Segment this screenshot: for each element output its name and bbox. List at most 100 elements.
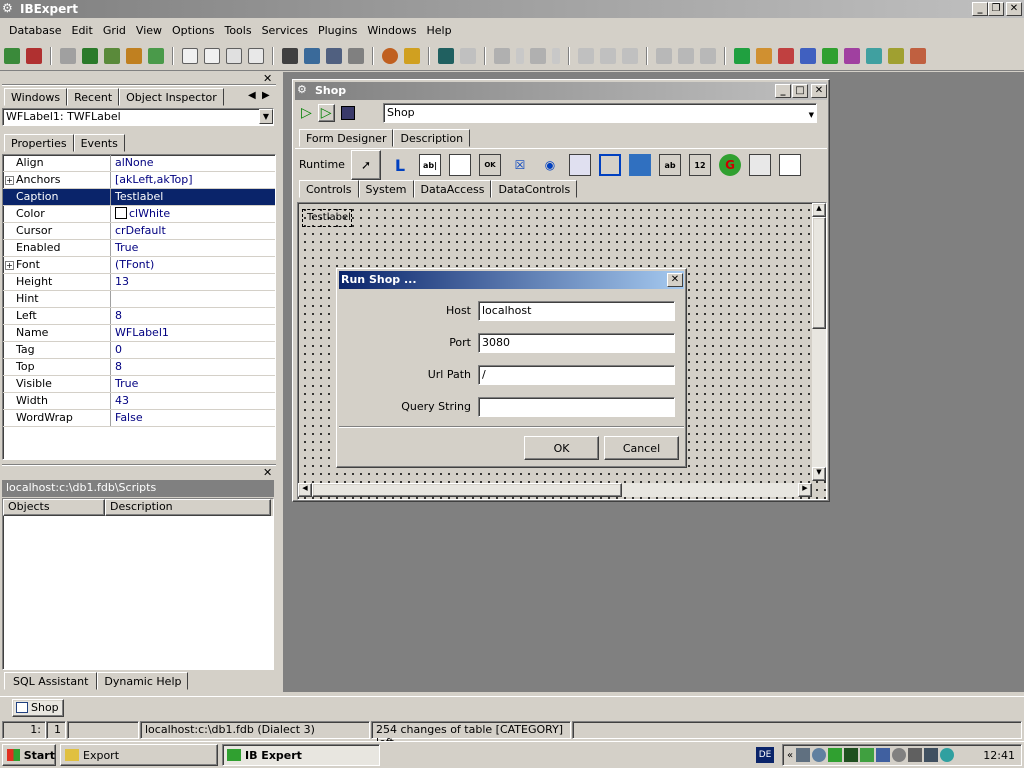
tray-network-icon[interactable] [876, 748, 891, 762]
property-row[interactable]: Align alNone [3, 155, 275, 172]
dropdown2-icon[interactable] [552, 48, 560, 64]
property-value[interactable]: [akLeft,akTop] [111, 172, 275, 188]
property-value[interactable]: 13 [111, 274, 275, 290]
dropdown-icon[interactable] [516, 48, 524, 64]
tab-scroll-right-icon[interactable]: ▶ [262, 90, 270, 101]
label-icon[interactable]: L [389, 154, 411, 176]
panel-icon[interactable] [599, 154, 621, 176]
tray-display-icon[interactable] [924, 748, 939, 762]
property-row[interactable]: + Font (TFont) [3, 257, 275, 274]
property-row[interactable]: + Anchors [akLeft,akTop] [3, 172, 275, 189]
tab-properties[interactable]: Properties [4, 134, 74, 152]
run-debug-icon[interactable]: ▷ [317, 104, 335, 122]
button-icon[interactable]: OK [479, 154, 501, 176]
tray-expand-icon[interactable]: « [787, 750, 793, 761]
radio-icon[interactable]: ◉ [539, 154, 561, 176]
cancel-button[interactable]: Cancel [604, 436, 679, 460]
register-db-icon[interactable] [4, 48, 20, 64]
property-row[interactable]: Caption Testlabel [3, 189, 275, 206]
tray-gear-icon[interactable] [812, 748, 827, 762]
query-string-input[interactable] [478, 397, 675, 417]
horizontal-scrollbar[interactable]: ◀ ▶ [298, 483, 812, 497]
property-row[interactable]: Width 43 [3, 393, 275, 410]
tab-controls[interactable]: Controls [299, 180, 359, 198]
property-value[interactable]: (TFont) [111, 257, 275, 273]
property-value[interactable]: True [111, 376, 275, 392]
search-icon[interactable] [382, 48, 398, 64]
tab-system[interactable]: System [358, 180, 414, 198]
tab-form-designer[interactable]: Form Designer [299, 129, 394, 147]
generator-icon[interactable] [822, 48, 838, 64]
tab-sql-assistant[interactable]: SQL Assistant [4, 672, 98, 690]
menu-tools[interactable]: Tools [219, 22, 256, 40]
exception-icon[interactable] [844, 48, 860, 64]
menu-plugins[interactable]: Plugins [313, 22, 362, 40]
ok-button[interactable]: OK [524, 436, 599, 460]
property-row[interactable]: Color clWhite [3, 206, 275, 223]
dbedit-icon[interactable]: ab [659, 154, 681, 176]
cut-icon[interactable] [578, 48, 594, 64]
property-row[interactable]: Left 8 [3, 308, 275, 325]
floppy-icon[interactable] [530, 48, 546, 64]
tab-recent[interactable]: Recent [67, 88, 120, 106]
listbox-icon[interactable] [569, 154, 591, 176]
menu-options[interactable]: Options [167, 22, 219, 40]
role-icon[interactable] [910, 48, 926, 64]
start-button[interactable]: Start [2, 744, 56, 766]
col-description[interactable]: Description [105, 499, 271, 516]
tray-camera-icon[interactable] [796, 748, 811, 762]
checkbox-icon[interactable]: ☒ [509, 154, 531, 176]
component-selector[interactable]: WFLabel1: TWFLabel ▼ [2, 108, 274, 126]
shop-close-button[interactable]: ✕ [811, 84, 827, 98]
tab-dataaccess[interactable]: DataAccess [413, 180, 492, 198]
chevron-down-icon[interactable]: ▼ [259, 109, 273, 124]
shop-minimize-button[interactable]: _ [775, 84, 791, 98]
save-icon[interactable] [340, 106, 355, 120]
property-value[interactable]: crDefault [111, 223, 275, 239]
menu-services[interactable]: Services [257, 22, 313, 40]
scripts-list[interactable]: Objects Description [2, 498, 274, 670]
spinedit-icon[interactable]: 12 [689, 154, 711, 176]
tray-monitor-icon[interactable] [844, 748, 859, 762]
script-icon[interactable] [282, 48, 298, 64]
tools-icon[interactable] [104, 48, 120, 64]
tab-windows[interactable]: Windows [4, 88, 68, 106]
property-value[interactable]: 43 [111, 393, 275, 409]
table-icon[interactable] [734, 48, 750, 64]
udf-icon[interactable] [866, 48, 882, 64]
export-icon[interactable] [148, 48, 164, 64]
menu-database[interactable]: Database [4, 22, 67, 40]
copy-doc-icon[interactable] [226, 48, 242, 64]
vertical-scrollbar[interactable]: ▲ ▼ [812, 203, 826, 481]
chevron-down-icon[interactable]: ▼ [809, 108, 814, 122]
run-icon[interactable]: ▷ [301, 105, 312, 121]
form-name-field[interactable]: Shop ▼ [383, 103, 817, 123]
image-icon[interactable] [629, 154, 651, 176]
tab-scroll-left-icon[interactable]: ◀ [248, 90, 256, 101]
page-icon[interactable] [779, 154, 801, 176]
menu-grid[interactable]: Grid [98, 22, 131, 40]
close-button[interactable]: ✕ [1006, 2, 1022, 16]
domain-icon[interactable] [888, 48, 904, 64]
menu-edit[interactable]: Edit [67, 22, 98, 40]
grid-icon[interactable] [304, 48, 320, 64]
tray-eye-icon[interactable] [940, 748, 955, 762]
paste-icon[interactable] [622, 48, 638, 64]
menu-view[interactable]: View [131, 22, 167, 40]
book-icon[interactable] [438, 48, 454, 64]
lang-indicator[interactable]: DE [756, 747, 774, 763]
db-icon[interactable] [126, 48, 142, 64]
tab-object-inspector[interactable]: Object Inspector [119, 88, 224, 106]
testlabel-component[interactable]: Testlabel [302, 209, 352, 227]
edit-icon[interactable]: ab| [419, 154, 441, 176]
property-value[interactable]: Testlabel [111, 189, 275, 205]
memo-icon[interactable] [449, 154, 471, 176]
find-next-icon[interactable] [678, 48, 694, 64]
property-value[interactable]: WFLabel1 [111, 325, 275, 341]
tray-disk-icon[interactable] [892, 748, 907, 762]
shop-maximize-button[interactable]: □ [792, 84, 808, 98]
tray-cpu-icon[interactable] [828, 748, 843, 762]
property-row[interactable]: Top 8 [3, 359, 275, 376]
task-ibexpert[interactable]: IB Expert [222, 744, 380, 766]
trigger-icon[interactable] [800, 48, 816, 64]
